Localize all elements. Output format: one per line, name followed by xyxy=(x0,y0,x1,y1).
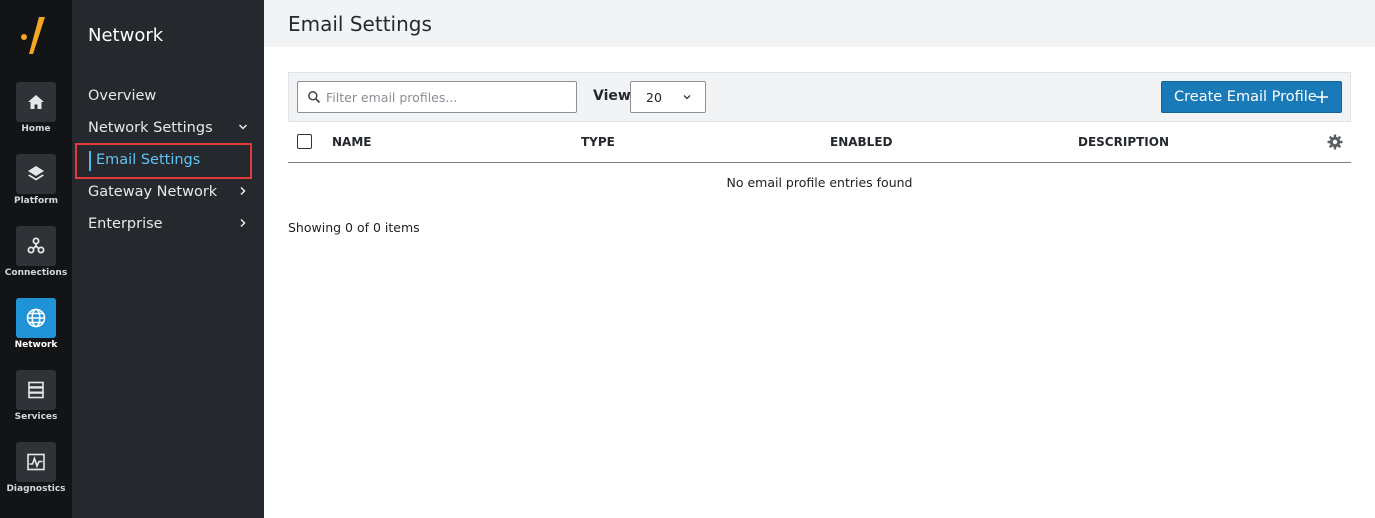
column-header-enabled[interactable]: ENABLED xyxy=(830,135,892,149)
gear-icon[interactable] xyxy=(1327,134,1343,150)
home-icon xyxy=(16,82,56,122)
view-label: View xyxy=(593,88,631,104)
sidebar-item-network-settings[interactable]: Network Settings xyxy=(88,116,250,140)
empty-table-message: No email profile entries found xyxy=(726,175,913,190)
pulse-icon xyxy=(16,442,56,482)
create-email-profile-button[interactable]: Create Email Profile xyxy=(1161,81,1342,113)
search-icon xyxy=(308,91,321,104)
rail-label: Home xyxy=(21,124,51,134)
rail-label: Services xyxy=(14,412,58,422)
table-toolbar: View 20 Create Email Profile xyxy=(288,72,1351,122)
page-title: Email Settings xyxy=(288,12,432,36)
sidebar-item-label: Email Settings xyxy=(96,152,201,168)
rail-item-home[interactable]: Home xyxy=(0,82,72,146)
rail-label: Connections xyxy=(4,268,68,278)
rail-item-diagnostics[interactable]: Diagnostics xyxy=(0,442,72,506)
page-size-value: 20 xyxy=(646,90,662,105)
table-header: NAME TYPE ENABLED DESCRIPTION xyxy=(288,122,1351,163)
rail-item-services[interactable]: Services xyxy=(0,370,72,434)
connections-icon xyxy=(16,226,56,266)
create-button-label: Create Email Profile xyxy=(1174,89,1317,105)
main-content: Email Settings View 20 Create Email Prof… xyxy=(264,0,1375,518)
network-sidebar: Network Overview Network Settings Gatewa… xyxy=(72,0,264,518)
search-input[interactable] xyxy=(326,82,572,112)
rail-item-platform[interactable]: Platform xyxy=(0,154,72,218)
globe-icon xyxy=(16,298,56,338)
layers-icon xyxy=(16,154,56,194)
sidebar-item-email-settings[interactable]: Email Settings xyxy=(75,143,252,179)
sidebar-item-gateway-network[interactable]: Gateway Network xyxy=(88,180,250,204)
sidebar-item-overview[interactable]: Overview xyxy=(88,84,250,108)
logo-icon[interactable] xyxy=(18,14,54,58)
sidebar-item-label: Gateway Network xyxy=(88,184,218,200)
sidebar-item-enterprise[interactable]: Enterprise xyxy=(88,212,250,236)
items-count: Showing 0 of 0 items xyxy=(288,220,420,235)
sidebar-item-label: Overview xyxy=(88,88,157,104)
chevron-down-icon xyxy=(238,124,248,130)
column-header-description[interactable]: DESCRIPTION xyxy=(1078,135,1169,149)
chevron-right-icon xyxy=(240,186,246,196)
rail-item-network[interactable]: Network xyxy=(0,298,72,362)
sidebar-item-label: Network Settings xyxy=(88,120,213,136)
selected-indicator xyxy=(89,151,91,171)
server-icon xyxy=(16,370,56,410)
select-all-checkbox[interactable] xyxy=(297,134,312,149)
column-header-type[interactable]: TYPE xyxy=(581,135,615,149)
sidebar-item-label: Enterprise xyxy=(88,216,163,232)
page-header: Email Settings xyxy=(264,0,1375,47)
column-header-name[interactable]: NAME xyxy=(332,135,371,149)
rail-item-connections[interactable]: Connections xyxy=(0,226,72,290)
app-rail: Home Platform Connections Network Servic… xyxy=(0,0,72,518)
rail-label: Network xyxy=(14,340,58,350)
plus-icon xyxy=(1316,91,1328,103)
search-field[interactable] xyxy=(297,81,577,113)
sidebar-title: Network xyxy=(88,25,164,46)
rail-label: Diagnostics xyxy=(6,484,66,494)
rail-label: Platform xyxy=(14,196,58,206)
page-size-select[interactable]: 20 xyxy=(630,81,706,113)
chevron-right-icon xyxy=(240,218,246,228)
chevron-down-icon xyxy=(683,95,691,100)
